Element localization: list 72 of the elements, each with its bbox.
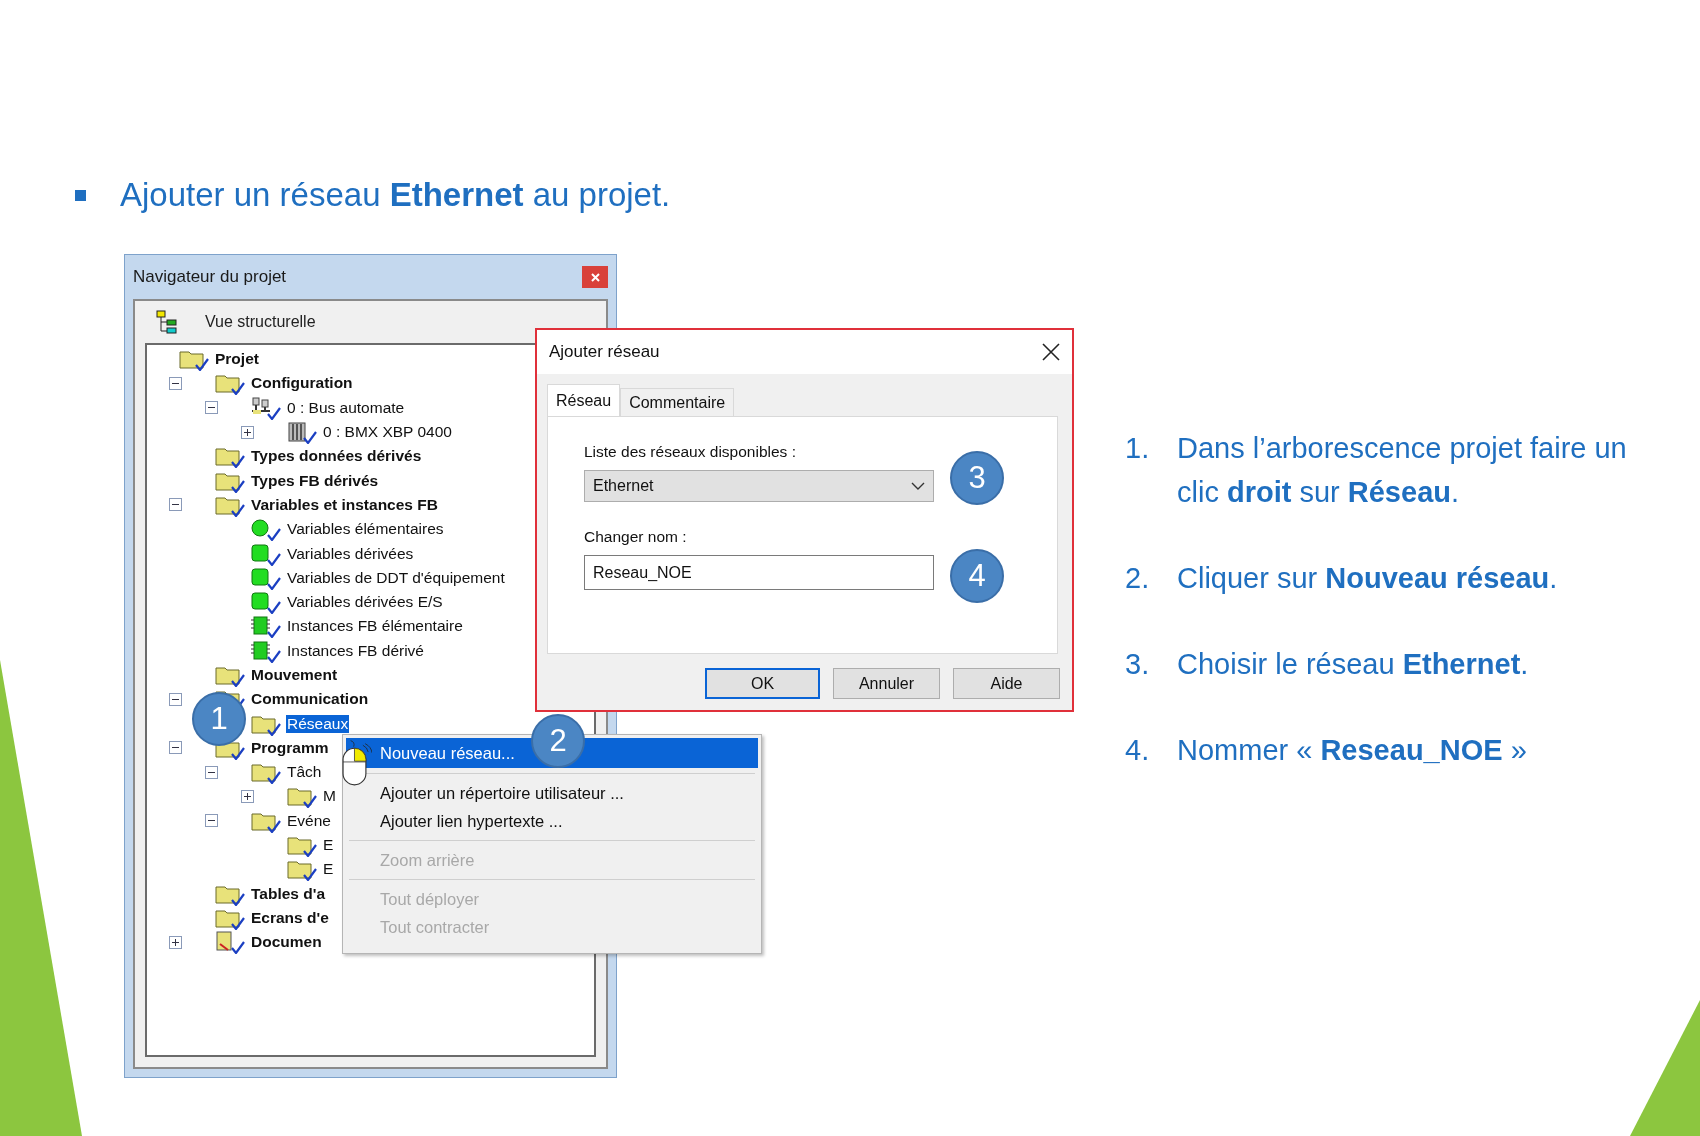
collapse-toggle[interactable] (169, 376, 182, 390)
block-icon (250, 565, 282, 590)
block-icon (250, 541, 282, 566)
slide-title: Ajouter un réseau Ethernet au projet. (120, 176, 671, 214)
tree-item[interactable]: Types données dérivés (250, 447, 423, 466)
tree-item[interactable]: E (322, 860, 335, 879)
bullet-icon (75, 189, 86, 201)
block-icon (250, 590, 282, 615)
tree-item[interactable]: Variables de DDT d'équipement (286, 568, 506, 587)
rack-icon (286, 420, 318, 445)
step-text: Nommer « Reseau_NOE » (1177, 733, 1528, 768)
tree-item[interactable]: Configuration (250, 374, 354, 393)
tree-item[interactable]: Instances FB dérivé (286, 641, 425, 660)
window-title: Navigateur du projet (133, 267, 287, 287)
collapse-toggle[interactable] (169, 498, 182, 512)
tree-item[interactable]: Instances FB élémentaire (286, 617, 464, 636)
step-number: 1. (1125, 431, 1147, 466)
tree-item[interactable]: Ecrans d'e (250, 908, 330, 927)
tree-item[interactable]: Projet (214, 350, 260, 369)
expand-toggle[interactable] (241, 425, 254, 439)
tree-item[interactable]: Programm (250, 738, 330, 757)
collapse-toggle[interactable] (169, 741, 182, 755)
collapse-toggle[interactable] (169, 692, 182, 706)
network-dropdown[interactable]: Ethernet (584, 470, 934, 502)
dot-icon (250, 517, 282, 542)
tree-item[interactable]: Tables d'a (250, 884, 327, 903)
field-label: Liste des réseaux disponibles : (584, 443, 797, 461)
tree-item[interactable]: Communication (250, 690, 370, 709)
tree-item[interactable]: Tâch (286, 763, 323, 782)
name-field[interactable]: Reseau_NOE (584, 555, 934, 590)
document-icon (214, 930, 246, 955)
tree-item[interactable]: M (322, 787, 337, 806)
tree-item[interactable]: Variables dérivées (286, 544, 415, 563)
tree-item[interactable]: 0 : BMX XBP 0400 (322, 423, 453, 442)
tree-item[interactable]: Types FB dérivés (250, 471, 380, 490)
expand-toggle[interactable] (169, 935, 182, 949)
tree-item[interactable]: Mouvement (250, 666, 339, 684)
collapse-toggle[interactable] (205, 814, 218, 828)
tree-item[interactable]: Variables dérivées E/S (286, 593, 444, 612)
tree-item[interactable]: Documen (250, 933, 323, 952)
tree-item[interactable]: 0 : Bus automate (286, 398, 406, 417)
module-icon (250, 638, 282, 663)
step-text: Cliquer sur Nouveau réseau. (1177, 561, 1559, 596)
step-text: Choisir le réseau Ethernet. (1177, 647, 1530, 682)
bus-icon (250, 395, 282, 420)
tree-item[interactable]: Variables élémentaires (286, 520, 445, 539)
dialog-button[interactable]: Annuler (833, 668, 940, 699)
chevron-down-icon (911, 482, 925, 490)
step-number: 3. (1125, 647, 1147, 682)
step-number: 4. (1125, 733, 1147, 768)
close-button[interactable] (582, 266, 608, 288)
module-icon (250, 614, 282, 639)
menu-item[interactable]: Ajouter un répertoire utilisateur ... (380, 779, 624, 807)
expand-toggle[interactable] (241, 790, 254, 803)
step-number: 2. (1125, 561, 1147, 596)
tab[interactable]: Commentaire (620, 388, 735, 416)
dialog-title: Ajouter réseau (549, 342, 660, 362)
menu-item[interactable]: Ajouter lien hypertexte ... (380, 807, 563, 835)
tree-item[interactable]: E (322, 836, 335, 855)
collapse-toggle[interactable] (205, 401, 218, 415)
tab[interactable]: Réseau (547, 384, 621, 416)
step-text: Dans l’arborescence projet faire un clic droit sur Réseau. (1177, 431, 1628, 510)
view-label: Vue structurelle (205, 313, 316, 331)
tree-item[interactable]: Evéne (286, 811, 332, 830)
tree-item[interactable]: Réseaux (286, 714, 350, 733)
field-label: Changer nom : (584, 528, 688, 546)
collapse-toggle[interactable] (205, 765, 218, 779)
close-icon[interactable] (1042, 343, 1060, 361)
close-icon (590, 272, 600, 282)
dialog-button[interactable]: Aide (953, 668, 1060, 699)
tree-item[interactable]: Variables et instances FB (250, 495, 439, 514)
dialog-button[interactable]: OK (705, 668, 820, 699)
